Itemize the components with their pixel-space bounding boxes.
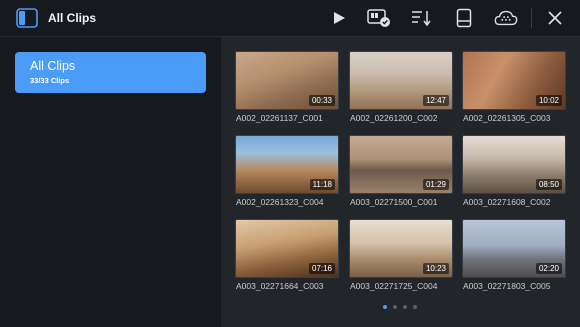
clip-thumbnail[interactable]: 01:29 — [349, 135, 453, 194]
clip-duration: 08:50 — [535, 179, 562, 190]
clip-thumbnail[interactable]: 12:47 — [349, 51, 453, 110]
page-dot[interactable] — [393, 305, 397, 309]
clip-thumbnail[interactable]: 00:33 — [235, 51, 339, 110]
clips-grid-panel: 00:33 A002_02261137_C001 12:47 A002_0226120… — [221, 37, 580, 327]
clip-duration: 10:23 — [422, 263, 449, 274]
clip-groups-panel: All Clips 33/33 Clips — [0, 37, 221, 327]
clip-duration: 12:47 — [422, 95, 449, 106]
clip-duration: 11:18 — [309, 179, 335, 190]
clip-name: A002_02261137_C001 — [236, 113, 323, 123]
page-dot[interactable] — [383, 305, 387, 309]
top-bar: All Clips — [0, 0, 580, 37]
sidebar-toggle-icon[interactable] — [16, 8, 38, 28]
clip-name: A002_02261305_C003 — [463, 113, 551, 123]
clip-duration: 10:02 — [535, 95, 562, 106]
clip-name: A002_02261323_C004 — [236, 197, 324, 207]
page-dot[interactable] — [403, 305, 407, 309]
clip-name: A003_02271803_C005 — [463, 281, 551, 291]
play-icon[interactable] — [327, 7, 351, 29]
page-dot[interactable] — [413, 305, 417, 309]
clip-group-title: All Clips — [30, 59, 76, 73]
clip-thumbnail[interactable]: 07:16 — [235, 219, 339, 278]
clip-duration: 00:33 — [308, 95, 335, 106]
clip-thumbnail[interactable]: 10:02 — [462, 51, 566, 110]
page-title: All Clips — [48, 11, 97, 25]
clip-name: A003_02271608_C002 — [463, 197, 551, 207]
clip-thumbnail[interactable]: 08:50 — [462, 135, 566, 194]
clip-name: A003_02271725_C004 — [350, 281, 438, 291]
page-indicator — [383, 305, 417, 309]
close-icon[interactable] — [543, 7, 567, 29]
clip-duration: 01:29 — [422, 179, 449, 190]
sort-icon[interactable] — [409, 7, 433, 29]
clip-group-all-clips[interactable]: All Clips 33/33 Clips — [15, 52, 206, 93]
clip-duration: 02:20 — [535, 263, 562, 274]
cloud-icon[interactable] — [494, 7, 518, 29]
clip-group-count: 33/33 Clips — [30, 76, 70, 85]
card-reader-icon[interactable] — [367, 7, 391, 29]
clip-name: A002_02261200_C002 — [350, 113, 438, 123]
clip-duration: 07:16 — [308, 263, 335, 274]
toolbar-divider — [531, 8, 532, 28]
clip-name: A003_02271500_C001 — [350, 197, 438, 207]
clip-thumbnail[interactable]: 11:18 — [235, 135, 339, 194]
clip-thumbnail[interactable]: 10:23 — [349, 219, 453, 278]
clip-name: A003_02271664_C003 — [236, 281, 324, 291]
drive-icon[interactable] — [452, 7, 476, 29]
clip-thumbnail[interactable]: 02:20 — [462, 219, 566, 278]
